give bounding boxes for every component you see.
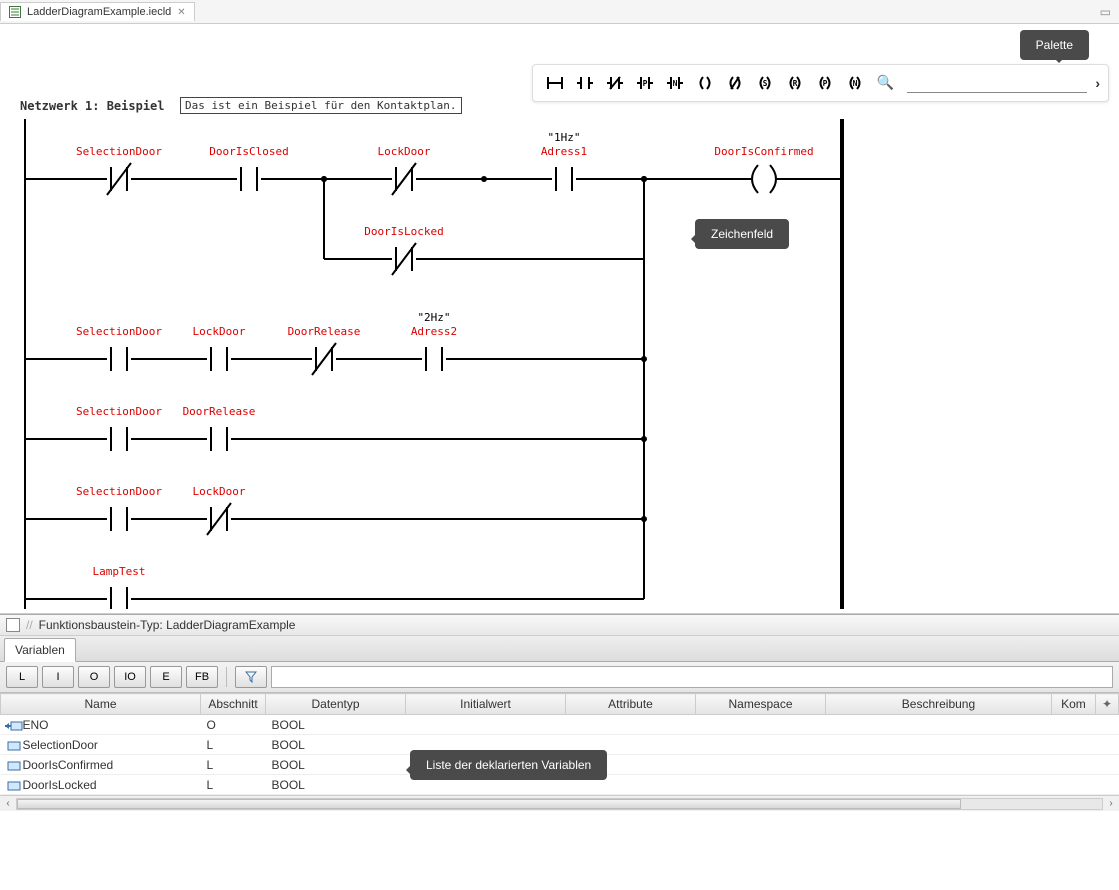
var-type-icon <box>5 760 19 770</box>
svg-text:LockDoor: LockDoor <box>193 325 246 338</box>
svg-text:SelectionDoor: SelectionDoor <box>76 145 162 158</box>
svg-text:Adress1: Adress1 <box>541 145 587 158</box>
panel-header-icon <box>6 618 20 632</box>
tooltip-table: Liste der deklarierten Variablen <box>410 750 607 780</box>
col-datentyp[interactable]: Datentyp <box>266 694 406 715</box>
palette-contact-p-icon[interactable]: P <box>631 69 659 97</box>
tab-variablen[interactable]: Variablen <box>4 638 76 662</box>
col-namespace[interactable]: Namespace <box>696 694 826 715</box>
palette-toolbar: P N S R P N 🔍 › <box>532 64 1109 102</box>
palette-contact-nc-icon[interactable] <box>601 69 629 97</box>
filter-separator <box>226 667 227 687</box>
svg-text:DoorIsClosed: DoorIsClosed <box>209 145 288 158</box>
scroll-right-icon[interactable]: › <box>1103 798 1119 809</box>
var-type-icon <box>5 780 19 790</box>
filter-io-button[interactable]: IO <box>114 666 146 688</box>
svg-text:P: P <box>643 79 648 88</box>
palette-coil-neg-icon[interactable] <box>721 69 749 97</box>
filter-e-button[interactable]: E <box>150 666 182 688</box>
var-type-icon <box>5 740 19 750</box>
filter-l-button[interactable]: L <box>6 666 38 688</box>
scroll-left-icon[interactable]: ‹ <box>0 798 16 809</box>
filter-toolbar: L I O IO E FB <box>0 662 1119 693</box>
network-description[interactable]: Das ist ein Beispiel für den Kontaktplan… <box>180 97 462 114</box>
filter-fb-button[interactable]: FB <box>186 666 218 688</box>
svg-text:SelectionDoor: SelectionDoor <box>76 405 162 418</box>
col-add[interactable]: ✦ <box>1095 694 1118 715</box>
close-tab-icon[interactable]: ✕ <box>177 7 185 18</box>
col-name[interactable]: Name <box>1 694 201 715</box>
panel-header: // Funktionsbaustein-Typ: LadderDiagramE… <box>0 615 1119 636</box>
panel-header-sep: // <box>26 618 33 632</box>
variables-table-wrap: Name Abschnitt Datentyp Initialwert Attr… <box>0 693 1119 795</box>
scroll-thumb[interactable] <box>17 799 961 809</box>
col-attribute[interactable]: Attribute <box>566 694 696 715</box>
svg-text:N: N <box>673 79 678 88</box>
svg-text:S: S <box>763 79 768 88</box>
minimize-icon[interactable]: ▭ <box>1100 5 1111 19</box>
col-beschreibung[interactable]: Beschreibung <box>826 694 1052 715</box>
palette-coil-p-icon[interactable]: P <box>811 69 839 97</box>
svg-text:SelectionDoor: SelectionDoor <box>76 485 162 498</box>
filter-i-button[interactable]: I <box>42 666 74 688</box>
scroll-track[interactable] <box>16 798 1103 810</box>
var-type-icon <box>5 720 19 730</box>
svg-text:N: N <box>853 79 858 88</box>
palette-coil-icon[interactable] <box>691 69 719 97</box>
window-controls: ▭ <box>1100 5 1119 19</box>
editor-tab-bar: LadderDiagramExample.iecld ✕ ▭ <box>0 0 1119 24</box>
svg-text:LockDoor: LockDoor <box>193 485 246 498</box>
svg-text:R: R <box>793 79 798 88</box>
palette-search-input[interactable] <box>907 74 1087 93</box>
search-icon[interactable]: 🔍 <box>871 69 899 97</box>
svg-text:DoorRelease: DoorRelease <box>183 405 256 418</box>
file-tab[interactable]: LadderDiagramExample.iecld ✕ <box>0 2 195 21</box>
palette-coil-s-icon[interactable]: S <box>751 69 779 97</box>
ladder-file-icon <box>9 6 21 18</box>
svg-text:SelectionDoor: SelectionDoor <box>76 325 162 338</box>
palette-expand-icon[interactable]: › <box>1095 75 1100 91</box>
svg-text:DoorIsConfirmed: DoorIsConfirmed <box>714 145 813 158</box>
panel-header-title: Funktionsbaustein-Typ: LadderDiagramExam… <box>39 618 296 632</box>
svg-text:"2Hz": "2Hz" <box>417 311 450 324</box>
svg-text:P: P <box>823 79 828 88</box>
svg-text:DoorRelease: DoorRelease <box>288 325 361 338</box>
palette-contact-no-icon[interactable] <box>571 69 599 97</box>
col-kom[interactable]: Kom <box>1051 694 1095 715</box>
palette-coil-r-icon[interactable]: R <box>781 69 809 97</box>
svg-text:"1Hz": "1Hz" <box>547 131 580 144</box>
filter-funnel-button[interactable] <box>235 666 267 688</box>
palette-contact-n-icon[interactable]: N <box>661 69 689 97</box>
ladder-canvas[interactable]: SelectionDoor DoorIsClosed LockDoor Adress1… <box>24 119 844 609</box>
col-initialwert[interactable]: Initialwert <box>406 694 566 715</box>
file-tab-label: LadderDiagramExample.iecld <box>27 6 171 18</box>
palette-coil-n-icon[interactable]: N <box>841 69 869 97</box>
filter-o-button[interactable]: O <box>78 666 110 688</box>
col-abschnitt[interactable]: Abschnitt <box>201 694 266 715</box>
palette-rung-icon[interactable] <box>541 69 569 97</box>
svg-text:LockDoor: LockDoor <box>378 145 431 158</box>
filter-text-input[interactable] <box>271 666 1113 688</box>
h-scrollbar[interactable]: ‹ › <box>0 795 1119 811</box>
svg-text:DoorIsLocked: DoorIsLocked <box>364 225 443 238</box>
svg-text:Adress2: Adress2 <box>411 325 457 338</box>
svg-text:LampTest: LampTest <box>93 565 146 578</box>
panel-tabs: Variablen <box>0 636 1119 662</box>
table-row[interactable]: ENOOBOOL <box>1 715 1119 735</box>
variables-panel: // Funktionsbaustein-Typ: LadderDiagramE… <box>0 614 1119 811</box>
network-title: Netzwerk 1: Beispiel <box>20 99 165 113</box>
tooltip-palette: Palette <box>1020 30 1089 60</box>
ladder-editor: Palette P N S R P N 🔍 › Netzwerk 1: Beis… <box>0 24 1119 614</box>
